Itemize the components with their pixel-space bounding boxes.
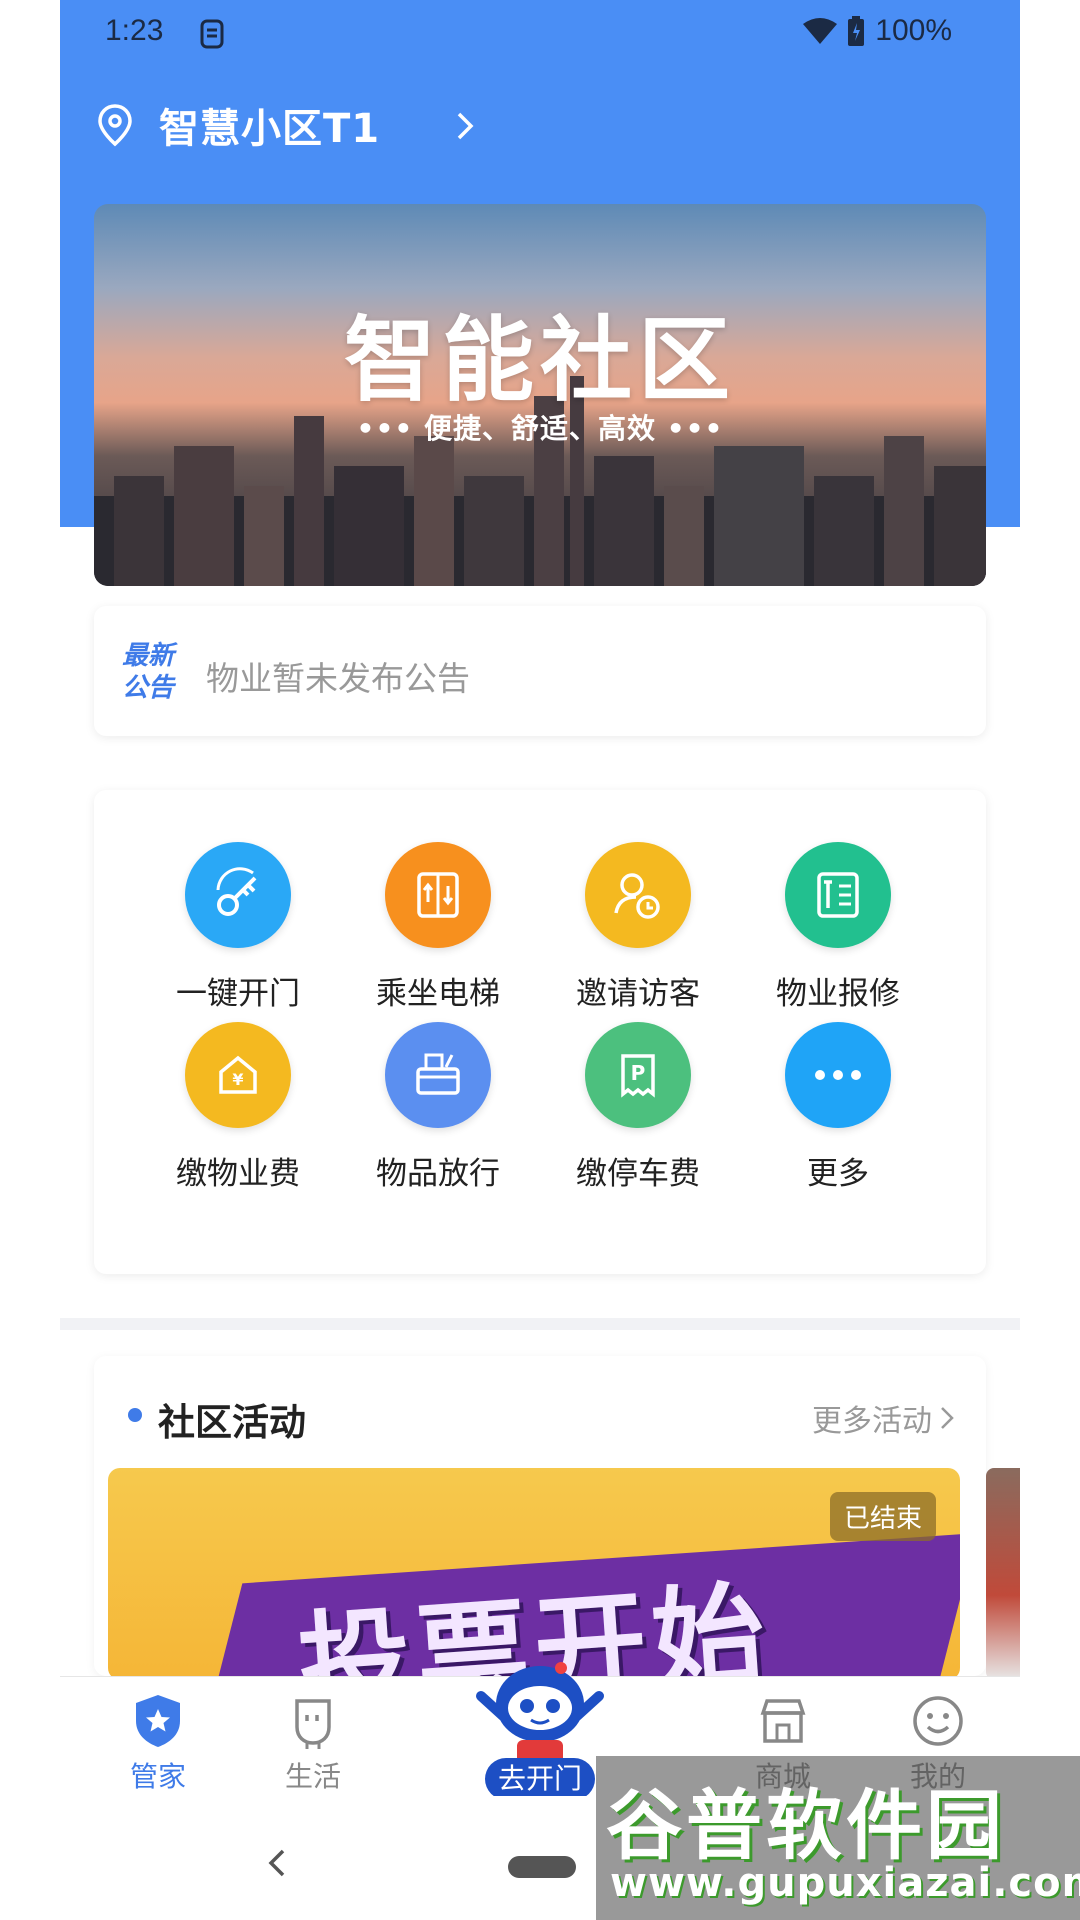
location-pin-icon xyxy=(98,104,132,147)
more-activities-link[interactable]: 更多活动 xyxy=(812,1396,954,1440)
banner-title: 智能社区 xyxy=(343,307,736,414)
watermark-url: www.gupuxiazai.com xyxy=(610,1860,1080,1906)
more-dots-icon xyxy=(785,1022,891,1128)
chevron-right-icon xyxy=(941,1407,954,1429)
sim-icon xyxy=(200,19,224,49)
service-label: 缴停车费 xyxy=(576,1156,700,1192)
battery-icon xyxy=(848,16,865,46)
activity-card-next[interactable] xyxy=(986,1468,1020,1680)
service-invite-visitor[interactable]: 邀请访客 xyxy=(538,842,738,1013)
service-label: 一键开门 xyxy=(176,976,300,1012)
life-icon xyxy=(295,1699,331,1749)
activity-card-vote[interactable]: 投票开始 已结束 xyxy=(108,1468,960,1680)
service-item-release[interactable]: 物品放行 xyxy=(338,1022,538,1193)
nav-label: 生活 xyxy=(284,1760,341,1793)
nav-label: 管家 xyxy=(129,1760,186,1793)
service-elevator[interactable]: 乘坐电梯 xyxy=(338,842,538,1013)
status-badge: 已结束 xyxy=(829,1492,936,1541)
svg-text:P: P xyxy=(631,1061,646,1085)
service-label: 物品放行 xyxy=(376,1156,500,1192)
activities-title: 社区活动 xyxy=(158,1401,306,1444)
service-label: 更多 xyxy=(807,1156,869,1192)
open-door-label: 去开门 xyxy=(485,1758,595,1800)
svg-text:¥: ¥ xyxy=(232,1070,243,1089)
section-dot xyxy=(128,1408,142,1422)
home-pill[interactable] xyxy=(508,1856,576,1878)
nav-item-open-door[interactable]: 去开门 xyxy=(473,1656,607,1800)
battery-percent: 100% xyxy=(875,14,952,47)
services-grid: 一键开门 乘坐电梯 邀请访客 物业报修 ¥ 缴物业费 物品放行 P 缴停车费 更… xyxy=(94,790,986,1274)
elevator-icon xyxy=(385,842,491,948)
app-screen: 1:23 100% 智慧小区T1 智能社区 ••• 便捷、舒适、高效 ••• 最… xyxy=(60,0,1020,1920)
notice-tag-line2: 公告 xyxy=(122,673,175,703)
back-icon[interactable] xyxy=(265,1848,289,1878)
service-label: 邀请访客 xyxy=(576,976,700,1012)
watermark-title: 谷普软件园 xyxy=(606,1781,1006,1870)
status-time: 1:23 xyxy=(105,14,164,47)
chevron-right-icon[interactable] xyxy=(455,110,475,142)
status-bar: 1:23 100% xyxy=(60,0,1020,70)
service-label: 乘坐电梯 xyxy=(376,976,500,1012)
smile-icon xyxy=(913,1696,963,1746)
notice-text: 物业暂未发布公告 xyxy=(206,659,470,698)
banner[interactable]: 智能社区 ••• 便捷、舒适、高效 ••• xyxy=(94,204,986,586)
wifi-icon xyxy=(803,18,838,44)
more-activities-label: 更多活动 xyxy=(812,1404,932,1439)
notice-tag-line1: 最新 xyxy=(122,641,175,671)
item-release-icon xyxy=(385,1022,491,1128)
shop-icon xyxy=(760,1699,806,1743)
location-selector[interactable]: 智慧小区T1 xyxy=(95,96,380,154)
repair-icon xyxy=(785,842,891,948)
service-label: 缴物业费 xyxy=(176,1156,300,1192)
fee-house-icon: ¥ xyxy=(185,1022,291,1128)
watermark-overlay: 谷普软件园 www.gupuxiazai.com xyxy=(596,1756,1080,1920)
key-icon xyxy=(185,842,291,948)
section-divider xyxy=(60,1318,1020,1330)
service-parking-fee[interactable]: P 缴停车费 xyxy=(538,1022,738,1193)
shield-star-icon xyxy=(136,1695,180,1747)
service-property-fee[interactable]: ¥ 缴物业费 xyxy=(138,1022,338,1193)
status-right: 100% xyxy=(803,14,952,48)
location-name: 智慧小区T1 xyxy=(159,106,381,152)
notice-card[interactable]: 最新 公告 物业暂未发布公告 xyxy=(94,606,986,736)
service-open-door[interactable]: 一键开门 xyxy=(138,842,338,1013)
notice-tag: 最新 公告 xyxy=(122,640,192,704)
service-label: 物业报修 xyxy=(776,976,900,1012)
banner-subtitle: ••• 便捷、舒适、高效 ••• xyxy=(356,412,724,445)
nav-item-butler[interactable]: 管家 xyxy=(93,1691,223,1795)
visitor-icon xyxy=(585,842,691,948)
service-repair[interactable]: 物业报修 xyxy=(738,842,938,1013)
nav-item-life[interactable]: 生活 xyxy=(248,1691,378,1795)
parking-fee-icon: P xyxy=(585,1022,691,1128)
service-more[interactable]: 更多 xyxy=(738,1022,938,1193)
